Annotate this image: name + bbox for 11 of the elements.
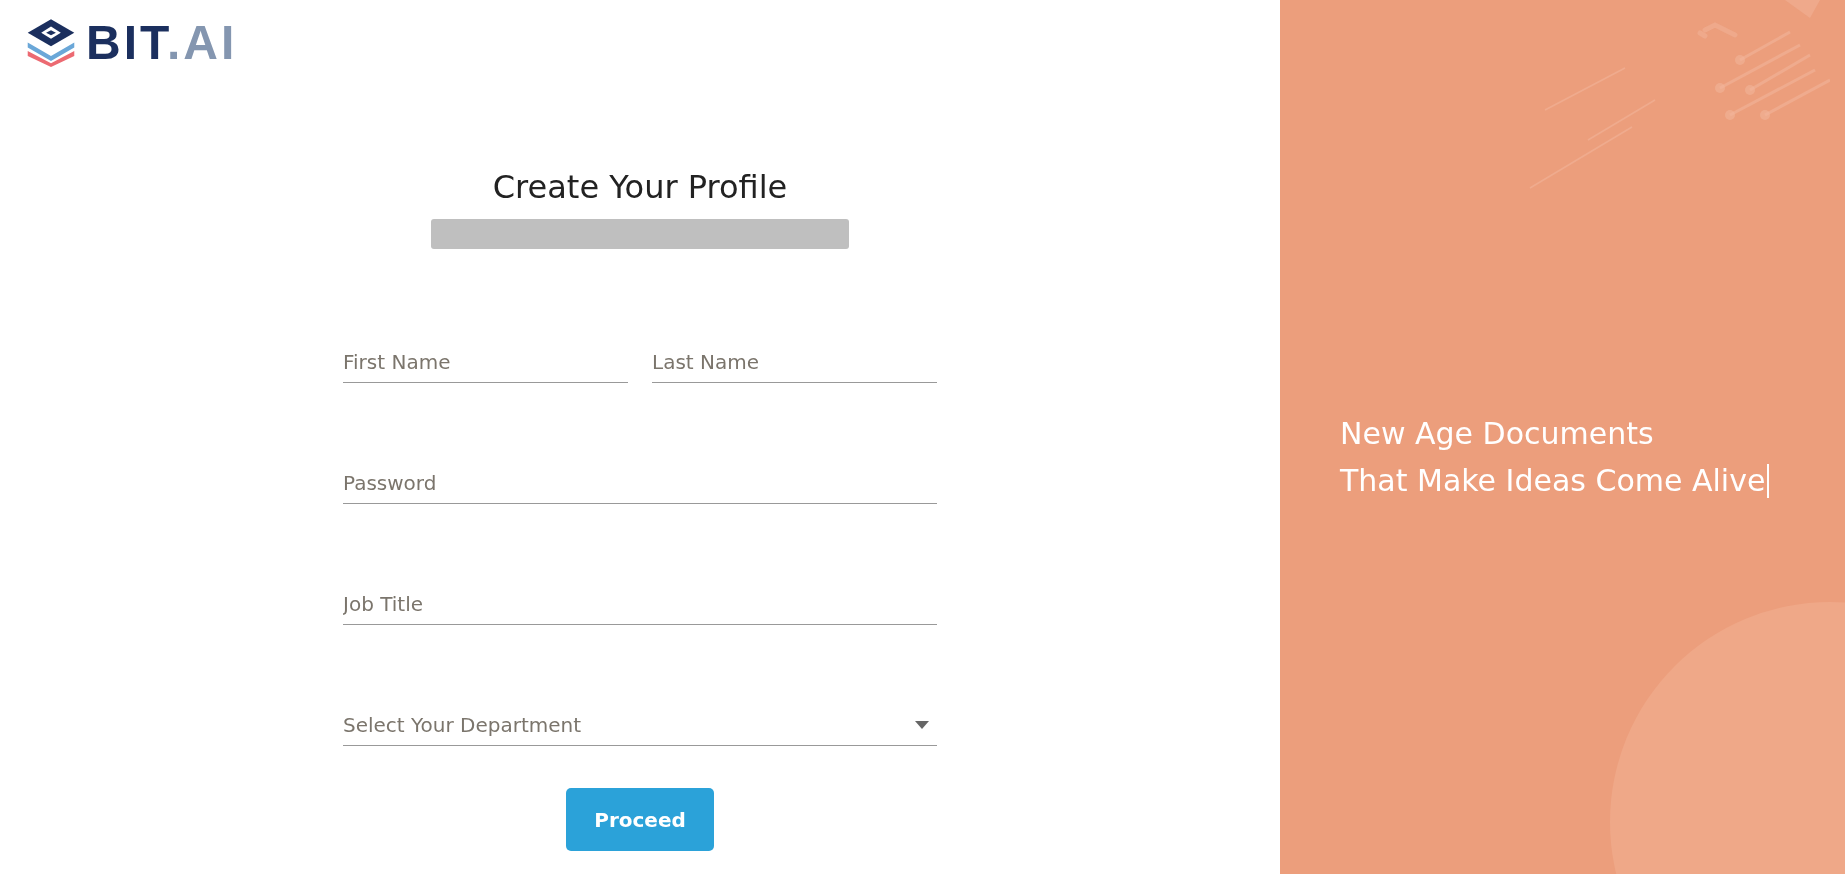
input-field[interactable]: First Name [343,344,628,383]
form-title: Create Your Profile [492,167,788,207]
text-cursor [1767,463,1770,498]
logo-wordmark: BIT.AI [86,22,238,63]
caret-icon [915,721,929,729]
promo-headline: That Make Ideas Come Alive [1340,462,1766,500]
select-field[interactable]: Select Your Department [343,707,937,746]
proceed-button[interactable]: Proceed [566,788,714,851]
promo-headline: New Age Documents [1340,415,1654,453]
input-field[interactable]: Password [343,465,937,504]
input-field[interactable]: Last Name [652,344,937,383]
